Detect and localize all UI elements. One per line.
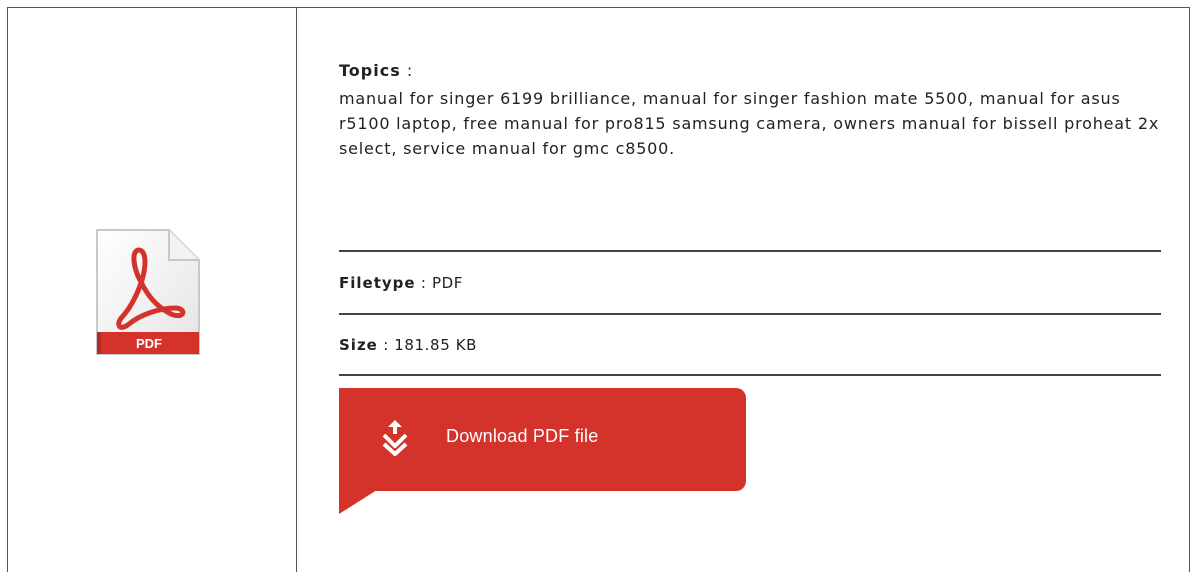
size-separator: :	[377, 336, 395, 354]
divider-2	[339, 313, 1161, 315]
topics-heading: Topics :	[339, 60, 1161, 82]
filetype-heading: Filetype	[339, 274, 416, 292]
topics-heading-label: Topics	[339, 61, 401, 80]
size-heading: Size	[339, 336, 378, 354]
download-arrow-icon	[382, 420, 408, 456]
column-divider	[296, 7, 297, 572]
size-value: 181.85 KB	[394, 336, 478, 354]
divider-3	[339, 374, 1161, 376]
divider-1	[339, 250, 1161, 252]
topics-section: Topics : manual for singer 6199 brillian…	[339, 60, 1161, 161]
filetype-separator: :	[415, 274, 432, 292]
pdf-icon-label: PDF	[136, 336, 162, 351]
download-pdf-button[interactable]: Download PDF file	[339, 388, 746, 491]
topics-separator: :	[400, 61, 414, 80]
download-button-tail	[339, 490, 377, 514]
topics-text: manual for singer 6199 brilliance, manua…	[339, 89, 1160, 158]
filetype-line: Filetype : PDF	[339, 274, 463, 292]
size-line: Size : 181.85 KB	[339, 336, 477, 354]
download-button-label: Download PDF file	[446, 426, 599, 446]
download-area: Download PDF file	[339, 388, 746, 514]
filetype-value: PDF	[431, 274, 463, 292]
pdf-file-icon: PDF	[96, 229, 200, 355]
